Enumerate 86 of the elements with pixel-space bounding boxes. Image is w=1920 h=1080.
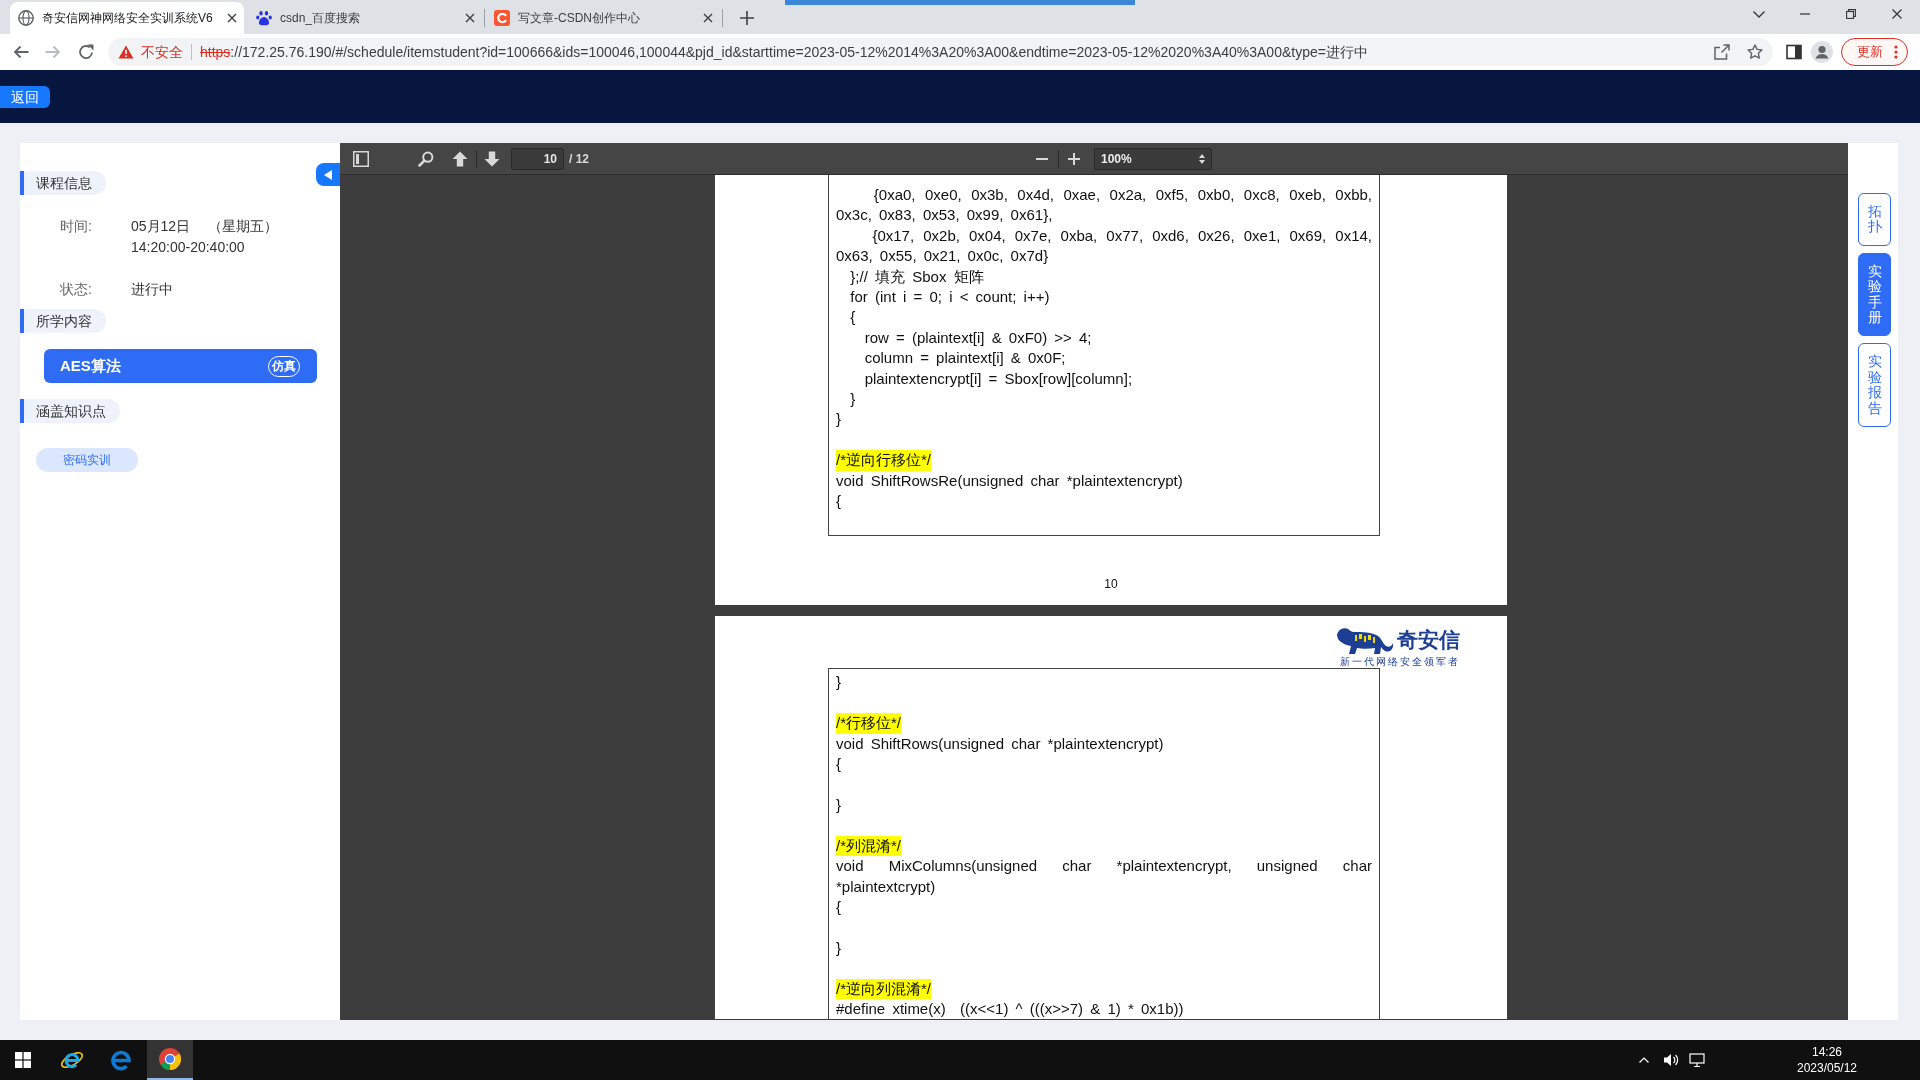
globe-icon: [18, 10, 34, 26]
clock-time: 14:26: [1812, 1044, 1842, 1060]
url-text: https://172.25.76.190/#/schedule/itemstudent?id=100666&ids=100046,100044&pjd_id&starttime=2023-05-12%2014%3A20%3A00&endtime=2023-05-12%2020%3A40%3A00&type=进行中: [200, 42, 1368, 62]
code-text: {0x17, 0x2b, 0x04, 0x7e, 0xba, 0x77, 0xd6, 0x26, 0xe1, 0x69, 0x14, 0x63, 0x55, 0x21, 0x0c, 0x7d}: [836, 225, 1372, 267]
code-text: {: [836, 754, 841, 775]
speaker-icon[interactable]: [1663, 1052, 1679, 1068]
reload-icon[interactable]: [78, 44, 94, 60]
code-text: {: [849, 307, 856, 328]
code-text: }: [849, 389, 856, 410]
arrow-up-icon[interactable]: [452, 150, 468, 167]
letter-c-icon: [494, 10, 510, 26]
date-text: 05月12日: [131, 217, 191, 236]
code-text: }: [836, 937, 841, 958]
warning-icon: [118, 45, 134, 59]
highlighted-comment: /*逆向列混淆*/: [836, 978, 931, 999]
side-tab[interactable]: 实验报告: [1858, 343, 1891, 427]
field-label: 状态:: [60, 279, 93, 299]
code-text: #define xtime(x) ((x<<1) ^ (((x>>7) & 1) * 0x1b)): [836, 998, 1184, 1019]
network-icon[interactable]: [1689, 1052, 1705, 1068]
field-label: 时间:: [60, 217, 93, 236]
knowledge-tag[interactable]: 密码实训: [36, 448, 138, 472]
back-button[interactable]: 返回: [0, 86, 50, 108]
close-icon[interactable]: [1892, 9, 1902, 19]
back-arrow-icon[interactable]: [13, 44, 29, 60]
zoom-select[interactable]: 100%: [1094, 147, 1212, 170]
side-panel-icon[interactable]: [1786, 44, 1802, 60]
code-text: {: [836, 491, 841, 512]
code-text: }: [836, 672, 841, 693]
collapse-button[interactable]: [316, 163, 340, 186]
paw-icon: [256, 10, 272, 26]
weekday-text: （星期五）: [208, 217, 279, 236]
highlighted-comment: /*行移位*/: [836, 713, 901, 734]
address-bar[interactable]: 不安全 https://172.25.76.190/#/schedule/itemstudent?id=100666&ids=100046,100044&pjd_id&starttime=2023-05-12%2014%3A20%3A00&endtime=2023-05-12%2020%3A40%3A00&type=进行中: [108, 38, 1773, 66]
close-icon[interactable]: [465, 13, 475, 23]
updown-icon: [1199, 153, 1205, 164]
restore-icon[interactable]: [1846, 9, 1856, 19]
code-text: {: [836, 896, 841, 917]
code-text: void ShiftRows(unsigned char *plaintextencrypt): [836, 733, 1164, 754]
logo-name: 奇安信: [1397, 627, 1460, 654]
code-text: };// 填充 Sbox 矩阵: [849, 266, 984, 287]
share-icon[interactable]: [1714, 44, 1730, 60]
section-heading: 所学内容: [20, 309, 106, 333]
page-number-field[interactable]: 10: [511, 147, 564, 170]
star-icon[interactable]: [1747, 44, 1763, 60]
taskbar-app-button[interactable]: [147, 1040, 193, 1080]
side-tab[interactable]: 拓扑: [1858, 193, 1891, 246]
code-text: row = (plaintext[i] & 0xF0) >> 4;: [863, 327, 1092, 348]
chevron-down-icon[interactable]: [1753, 10, 1765, 18]
section-heading: 涵盖知识点: [20, 399, 120, 423]
plus-icon[interactable]: [740, 11, 754, 25]
code-text: }: [836, 794, 841, 815]
page-number: 10: [1104, 576, 1118, 593]
browser-icon: [158, 1047, 182, 1071]
section-heading: 课程信息: [20, 171, 106, 195]
clock-date: 2023/05/12: [1796, 1060, 1858, 1076]
avatar-icon[interactable]: [1811, 41, 1833, 63]
highlighted-comment: /*逆向行移位*/: [836, 450, 931, 471]
content-item[interactable]: AES算法 仿真: [44, 349, 317, 383]
highlighted-comment: /*列混淆*/: [836, 835, 901, 857]
time-range-text: 14:20:00-20:40:00: [131, 238, 245, 257]
more-icon: [1894, 45, 1898, 59]
close-icon[interactable]: [703, 13, 713, 23]
logo-tagline: 新一代网络安全领军者: [1340, 656, 1460, 669]
triangle-left-icon: [324, 169, 332, 180]
security-label: 不安全: [141, 42, 183, 62]
search-icon[interactable]: [418, 150, 434, 167]
arrow-down-icon[interactable]: [484, 150, 500, 167]
start-icon[interactable]: [15, 1052, 31, 1068]
browser-tab[interactable]: 奇安信网神网络安全实训系统V6: [10, 2, 244, 34]
code-text: plaintextencrypt[i] = Sbox[row][column];: [863, 368, 1133, 389]
code-text: void MixColumns(unsigned char *plaintextencrypt, unsigned char *plaintextcrypt): [836, 856, 1372, 897]
caret-up-icon[interactable]: [1639, 1057, 1649, 1063]
page-count-text: / 12: [569, 150, 589, 168]
status-text: 进行中: [131, 279, 173, 299]
code-text: column = plaintext[i] & 0x0F;: [863, 348, 1066, 369]
side-tab[interactable]: 实验手册: [1858, 252, 1891, 337]
code-text: void ShiftRowsRe(unsigned char *plaintextencrypt): [836, 470, 1183, 491]
sidebar-toggle-icon[interactable]: [353, 150, 369, 167]
update-button[interactable]: 更新: [1841, 38, 1908, 66]
code-text: for (int i = 0; i < count; i++): [849, 287, 1050, 308]
minus-icon[interactable]: [1036, 157, 1048, 160]
close-icon[interactable]: [227, 13, 237, 23]
code-text: }: [836, 409, 841, 430]
animal-logo-icon: [1336, 626, 1394, 657]
browser-icon: [109, 1048, 133, 1072]
code-text: {0xa0, 0xe0, 0x3b, 0x4d, 0xae, 0x2a, 0xf5, 0xb0, 0xc8, 0xeb, 0xbb, 0x3c, 0x83, 0x53, 0x99, 0x61},: [836, 185, 1372, 226]
